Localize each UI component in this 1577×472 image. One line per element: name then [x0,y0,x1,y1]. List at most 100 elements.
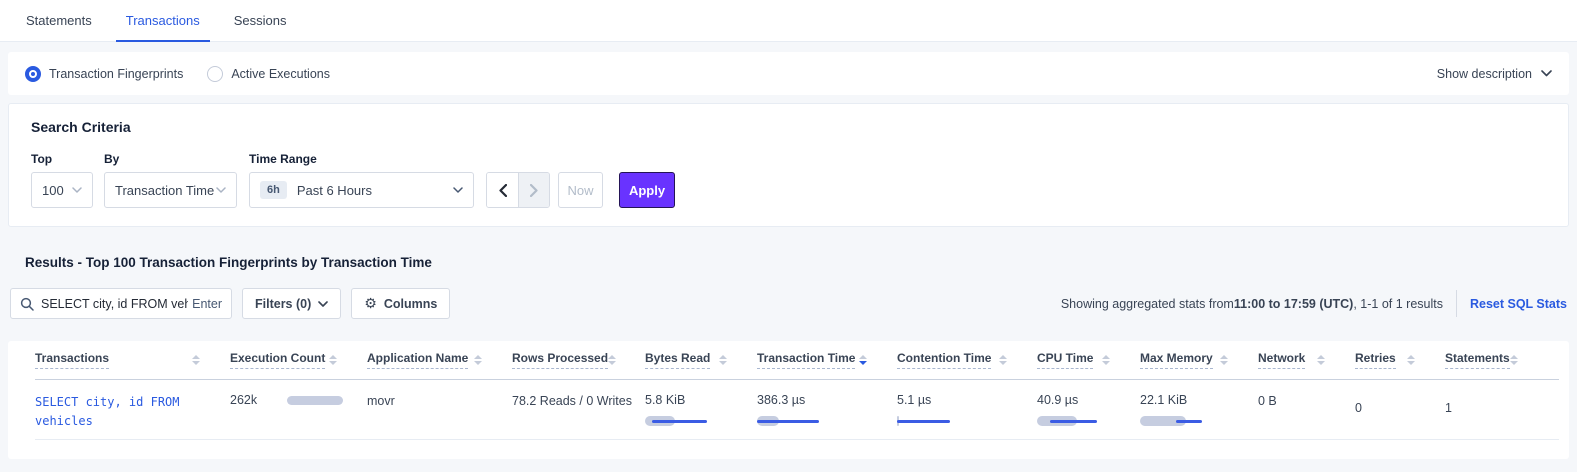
cell-value: 262k [230,393,275,439]
cell-retries: 0 [1355,380,1445,439]
chevron-down-icon [318,301,328,307]
enter-hint: Enter [192,297,222,311]
cell-value: 22.1 KiB [1140,393,1248,407]
table-row: SELECT city, id FROM vehicles 262k movr 78.… [35,380,1559,440]
filters-button[interactable]: Filters (0) [242,288,341,319]
sort-icon[interactable] [192,355,200,365]
apply-button[interactable]: Apply [619,172,675,208]
column-header-max-memory[interactable]: Max Memory [1140,351,1258,369]
sort-icon[interactable] [1102,355,1110,365]
time-range-field: Time Range 6h Past 6 Hours [249,152,486,208]
column-header-network[interactable]: Network [1258,351,1355,369]
search-criteria-card: Search Criteria Top 100 By Transaction T… [8,103,1569,227]
stats-suffix: , 1-1 of 1 results [1353,297,1443,311]
stats-prefix: Showing aggregated stats from [1061,297,1234,311]
column-header-bytes-read[interactable]: Bytes Read [645,351,757,369]
next-interval-button[interactable] [518,173,549,207]
show-description-label: Show description [1437,67,1532,81]
stats-range: 11:00 to 17:59 (UTC) [1234,297,1353,311]
mini-barchart [645,416,723,426]
by-field: By Transaction Time [104,152,249,208]
show-description-toggle[interactable]: Show description [1437,67,1552,81]
chevron-down-icon [216,187,226,193]
top-label: Top [31,152,104,166]
column-label: Execution Count [230,351,325,369]
columns-label: Columns [384,297,437,311]
sort-icon[interactable] [999,355,1007,365]
cell-transactions[interactable]: SELECT city, id FROM vehicles [35,380,230,439]
cell-cpu-time: 40.9 µs [1037,380,1140,439]
radio-label: Active Executions [231,67,330,81]
sort-icon[interactable] [474,355,482,365]
sort-icon[interactable] [329,355,337,365]
sort-icon[interactable] [719,355,727,365]
cell-value: 5.1 µs [897,393,1027,407]
top-select[interactable]: 100 [31,172,93,208]
cell-value: 0 [1355,401,1362,415]
radio-selected-icon [25,66,41,82]
time-range-nav [486,172,550,208]
results-title: Results - Top 100 Transaction Fingerprin… [25,255,1567,270]
cell-network: 0 B [1258,380,1355,439]
column-header-execution-count[interactable]: Execution Count [230,351,367,369]
top-field: Top 100 [31,152,104,208]
time-range-select[interactable]: 6h Past 6 Hours [249,172,474,208]
time-range-badge: 6h [260,181,287,199]
gear-icon: ⚙ [364,297,377,311]
column-header-cpu-time[interactable]: CPU Time [1037,351,1140,369]
chevron-down-icon [72,187,82,193]
search-input[interactable] [41,297,188,311]
sort-icon[interactable] [1407,355,1415,365]
column-header-rows-processed[interactable]: Rows Processed [512,351,645,369]
sort-icon[interactable] [1317,355,1325,365]
chevron-right-icon [530,184,538,197]
radio-unselected-icon [207,66,223,82]
chevron-down-icon [1541,70,1552,77]
column-label: Bytes Read [645,351,710,369]
column-header-statements[interactable]: Statements [1445,351,1545,369]
sort-icon[interactable] [859,355,867,365]
search-criteria-title: Search Criteria [31,119,1546,135]
by-select[interactable]: Transaction Time [104,172,237,208]
column-header-transaction-time[interactable]: Transaction Time [757,351,897,369]
cell-bytes-read: 5.8 KiB [645,380,757,439]
tab-sessions[interactable]: Sessions [224,0,297,41]
cell-execution-count: 262k [230,380,367,439]
table-header-row: TransactionsExecution Count Application N… [35,341,1559,380]
radio-active-executions[interactable]: Active Executions [207,66,330,82]
page-tabbar: Statements Transactions Sessions [0,0,1577,42]
cell-value: movr [367,394,395,408]
column-label: Max Memory [1140,351,1213,369]
cell-max-memory: 22.1 KiB [1140,380,1258,439]
by-select-value: Transaction Time [115,183,214,198]
time-range-label: Time Range [249,152,486,166]
column-header-contention-time[interactable]: Contention Time [897,351,1037,369]
cell-rows-processed: 78.2 Reads / 0 Writes [512,380,645,439]
sort-icon[interactable] [608,355,616,365]
sort-icon[interactable] [1510,355,1518,365]
tab-transactions[interactable]: Transactions [116,0,210,41]
results-table: TransactionsExecution Count Application N… [8,341,1569,459]
column-header-application-name[interactable]: Application Name [367,351,512,369]
cell-value: 1 [1445,401,1452,415]
filters-label: Filters (0) [255,297,311,311]
reset-sql-stats-link[interactable]: Reset SQL Stats [1470,297,1567,311]
cell-transaction-time: 386.3 µs [757,380,897,439]
tab-statements[interactable]: Statements [16,0,102,41]
cell-value: 5.8 KiB [645,393,747,407]
transaction-fingerprint-link[interactable]: SELECT city, id FROM vehicles [35,393,200,430]
now-button[interactable]: Now [558,172,603,208]
column-header-retries[interactable]: Retries [1355,351,1445,369]
aggregated-stats-text: Showing aggregated stats from 11:00 to 1… [1061,297,1443,311]
cell-statements: 1 [1445,380,1545,439]
previous-interval-button[interactable] [487,173,518,207]
column-label: Transaction Time [757,351,855,369]
sql-search-box[interactable]: Enter [10,288,232,319]
column-header-transactions[interactable]: Transactions [35,351,230,369]
sort-icon[interactable] [1220,355,1228,365]
column-label: Contention Time [897,351,991,369]
radio-transaction-fingerprints[interactable]: Transaction Fingerprints [25,66,183,82]
columns-button[interactable]: ⚙ Columns [351,288,450,319]
view-toggle-band: Transaction Fingerprints Active Executio… [8,52,1569,95]
column-label: Retries [1355,351,1396,369]
